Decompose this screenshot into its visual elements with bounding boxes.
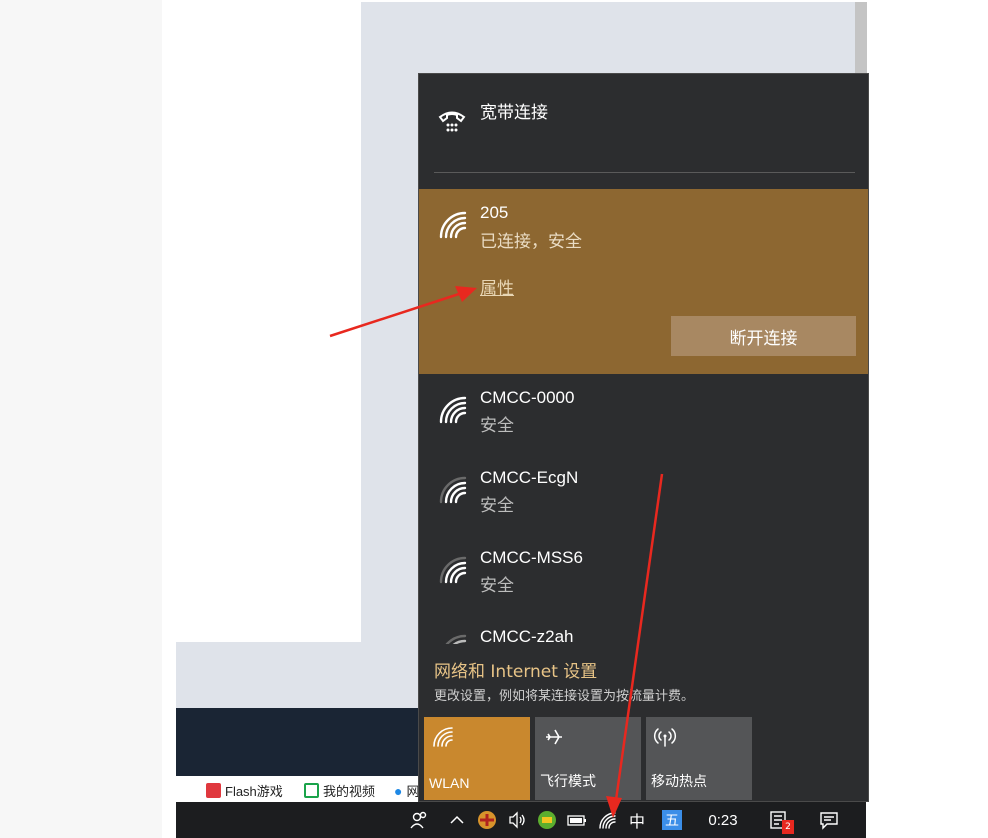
broadband-label: 宽带连接 [480, 103, 548, 122]
wifi-icon [433, 727, 453, 747]
network-name: CMCC-z2ah [480, 627, 574, 644]
bookmark-my-videos[interactable]: 我的视频 [304, 781, 375, 800]
notification-badge: 2 [782, 820, 794, 834]
network-security: 安全 [480, 416, 514, 436]
ime-indicator[interactable]: 中 [625, 802, 649, 838]
network-security: 安全 [480, 576, 514, 596]
app-tray-icon[interactable] [474, 802, 500, 838]
properties-link[interactable]: 属性 [480, 274, 514, 299]
news-icon[interactable]: 2 [764, 802, 794, 838]
action-center-icon[interactable] [814, 802, 844, 838]
network-settings-description: 更改设置，例如将某连接设置为按流量计费。 [434, 689, 695, 704]
wifi-icon [439, 211, 467, 239]
mobile-hotspot-toggle[interactable]: 移动热点 [646, 717, 752, 800]
network-security: 安全 [480, 496, 514, 516]
wlan-label: WLAN [429, 775, 470, 791]
network-tray-icon[interactable] [594, 802, 620, 838]
dial-up-phone-icon [438, 111, 466, 132]
network-item[interactable]: CMCC-MSS6 安全 [419, 534, 868, 614]
clock[interactable]: 0:23 [700, 802, 746, 838]
wifi-icon [439, 396, 467, 424]
page-scrollbar-thumb[interactable] [855, 2, 867, 74]
network-item-connected[interactable]: 205 已连接，安全 属性 断开连接 [419, 189, 868, 374]
divider [434, 172, 855, 173]
dark-banner [176, 708, 426, 776]
network-name: CMCC-MSS6 [480, 548, 583, 567]
hotspot-icon [653, 728, 677, 747]
document-area [162, 0, 362, 642]
disconnect-button[interactable]: 断开连接 [671, 316, 856, 356]
security-tray-icon[interactable] [534, 802, 560, 838]
volume-icon[interactable] [504, 802, 530, 838]
wlan-toggle[interactable]: WLAN [424, 717, 530, 800]
drop-icon: ● [394, 782, 403, 799]
network-name: CMCC-0000 [480, 388, 575, 407]
battery-icon[interactable] [564, 802, 590, 838]
airplane-icon [546, 729, 562, 745]
content-area-lower [176, 642, 426, 708]
wifi-icon [439, 476, 467, 504]
video-icon [304, 783, 319, 798]
network-settings-link[interactable]: 网络和 Internet 设置 [434, 657, 597, 682]
wubi-input-icon[interactable]: 五 [660, 802, 684, 838]
people-icon[interactable] [406, 802, 432, 838]
network-name: 205 [480, 203, 509, 222]
wifi-icon [439, 556, 467, 584]
bookmark-flash-games[interactable]: Flash游戏 [206, 781, 283, 800]
network-item[interactable]: CMCC-EcgN 安全 [419, 454, 868, 534]
airplane-mode-toggle[interactable]: 飞行模式 [535, 717, 641, 800]
network-name: CMCC-EcgN [480, 468, 579, 487]
bookmark-web[interactable]: ● 网 [394, 781, 419, 800]
bookmarks-bar: Flash游戏 我的视频 ● 网 [176, 776, 426, 802]
network-status: 已连接，安全 [480, 232, 582, 252]
mobile-hotspot-label: 移动热点 [651, 773, 707, 789]
network-item[interactable]: CMCC-0000 安全 [419, 374, 868, 454]
show-hidden-icons-chevron-icon[interactable] [444, 802, 470, 838]
wifi-icon [445, 634, 467, 644]
broadband-connection[interactable]: 宽带连接 [419, 74, 868, 172]
flash-game-icon [206, 783, 221, 798]
taskbar: 中 五 0:23 2 [176, 802, 866, 838]
page-left-margin [0, 0, 162, 838]
airplane-mode-label: 飞行模式 [540, 773, 596, 789]
network-flyout: 宽带连接 205 已连接，安全 属性 断开连接 CMCC-0000 安全 CMC… [418, 73, 869, 802]
network-item[interactable]: CMCC-z2ah [419, 614, 868, 644]
